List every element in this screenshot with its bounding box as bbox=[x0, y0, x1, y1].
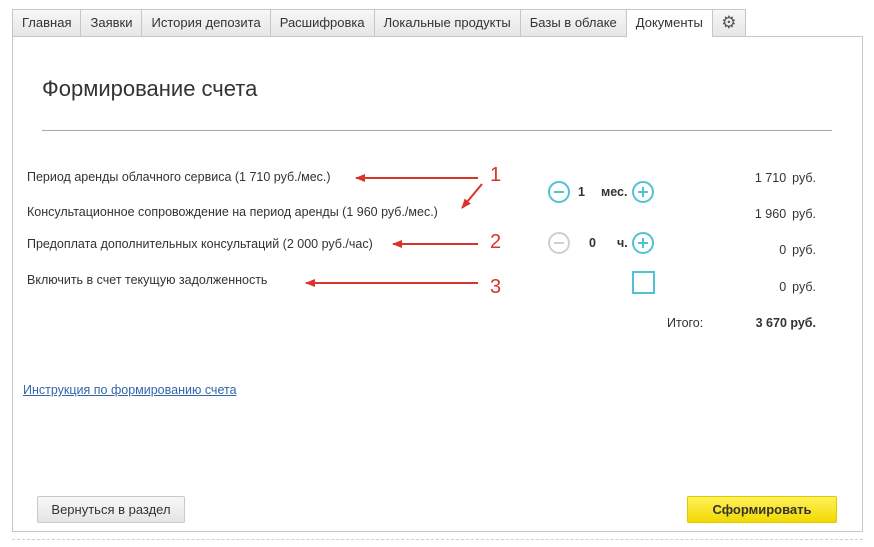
row-amount: 0 bbox=[779, 243, 787, 257]
row-currency: руб. bbox=[792, 280, 816, 294]
title-divider bbox=[42, 130, 832, 131]
hours-unit: ч. bbox=[617, 236, 628, 250]
tab-deposit-history[interactable]: История депозита bbox=[141, 9, 270, 37]
instruction-link[interactable]: Инструкция по формированию счета bbox=[23, 383, 237, 397]
months-decrement-button[interactable] bbox=[548, 181, 570, 203]
row-price-consulting: 1 960 руб. bbox=[755, 207, 816, 221]
tab-local-products[interactable]: Локальные продукты bbox=[373, 9, 520, 37]
months-value: 1 bbox=[578, 185, 585, 199]
gear-icon: ⚙ bbox=[721, 13, 737, 32]
row-currency: руб. bbox=[792, 243, 816, 257]
row-currency: руб. bbox=[792, 207, 816, 221]
total-value: 3 670 руб. bbox=[755, 316, 816, 330]
hours-decrement-button[interactable] bbox=[548, 232, 570, 254]
row-amount: 1 710 bbox=[754, 171, 787, 185]
tab-requests[interactable]: Заявки bbox=[80, 9, 142, 37]
row-label-consulting: Консультационное сопровождение на период… bbox=[27, 205, 438, 219]
generate-invoice-button[interactable]: Сформировать bbox=[687, 496, 837, 523]
hours-increment-button[interactable] bbox=[632, 232, 654, 254]
hours-value: 0 bbox=[589, 236, 596, 250]
annotation-number-3: 3 bbox=[490, 276, 502, 298]
tab-documents[interactable]: Документы bbox=[625, 9, 712, 38]
tab-cloud-databases[interactable]: Базы в облаке bbox=[519, 9, 626, 37]
row-label-cloud-rent: Период аренды облачного сервиса (1 710 р… bbox=[27, 170, 331, 184]
total-label: Итого: bbox=[667, 316, 704, 330]
tab-breakdown[interactable]: Расшифровка bbox=[269, 9, 374, 37]
row-price-prepaid-consulting: 0 руб. bbox=[779, 243, 816, 257]
months-unit: мес. bbox=[601, 185, 628, 199]
include-debt-checkbox[interactable] bbox=[632, 271, 655, 294]
row-currency: руб. bbox=[792, 171, 816, 185]
row-label-include-debt: Включить в счет текущую задолженность bbox=[27, 273, 268, 287]
bottom-divider bbox=[12, 539, 863, 540]
row-amount: 1 960 bbox=[754, 207, 787, 221]
tab-bar: Главная Заявки История депозита Расшифро… bbox=[12, 9, 746, 38]
page-title: Формирование счета bbox=[42, 76, 258, 101]
months-increment-button[interactable] bbox=[632, 181, 654, 203]
row-label-prepaid-consulting: Предоплата дополнительных консультаций (… bbox=[27, 237, 373, 251]
row-amount: 0 bbox=[779, 280, 787, 294]
back-button[interactable]: Вернуться в раздел bbox=[37, 496, 185, 523]
tab-main[interactable]: Главная bbox=[12, 9, 81, 37]
annotation-number-2: 2 bbox=[490, 231, 502, 253]
tab-settings[interactable]: ⚙ bbox=[711, 9, 746, 37]
annotation-number-1: 1 bbox=[490, 164, 502, 186]
row-price-cloud-rent: 1 710 руб. bbox=[755, 171, 816, 185]
row-price-debt: 0 руб. bbox=[779, 280, 816, 294]
